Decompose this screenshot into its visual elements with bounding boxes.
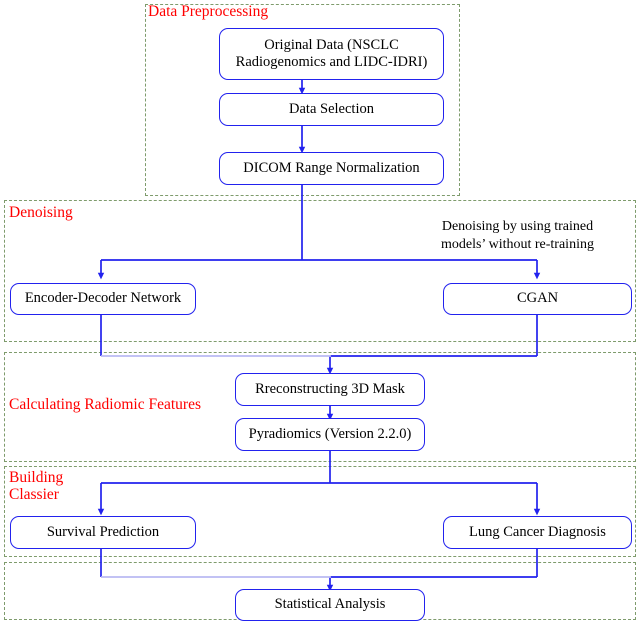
node-pyradiomics[interactable]: Pyradiomics (Version 2.2.0) [235, 418, 425, 451]
denoising-note: Denoising by using trained models’ witho… [441, 219, 594, 252]
node-dicom-range-normalization[interactable]: DICOM Range Normalization [219, 152, 444, 185]
node-reconstructing-3d-mask[interactable]: Rreconstructing 3D Mask [235, 373, 425, 406]
node-statistical-analysis[interactable]: Statistical Analysis [235, 589, 425, 621]
section-label-preprocessing: Data Preprocessing [148, 3, 269, 20]
node-cgan[interactable]: CGAN [443, 283, 632, 315]
node-encoder-decoder-network[interactable]: Encoder-Decoder Network [10, 283, 196, 315]
node-original-data[interactable]: Original Data (NSCLC Radiogenomics and L… [219, 28, 444, 80]
section-label-radiomics: Calculating Radiomic Features [9, 396, 201, 413]
flowchart-canvas: Data Preprocessing Denoising Calculating… [0, 0, 640, 625]
node-data-selection[interactable]: Data Selection [219, 93, 444, 126]
node-lung-cancer-diagnosis[interactable]: Lung Cancer Diagnosis [443, 516, 632, 549]
section-label-denoising: Denoising [9, 204, 73, 221]
section-label-classifier: Building Classier [9, 469, 64, 503]
node-survival-prediction[interactable]: Survival Prediction [10, 516, 196, 549]
